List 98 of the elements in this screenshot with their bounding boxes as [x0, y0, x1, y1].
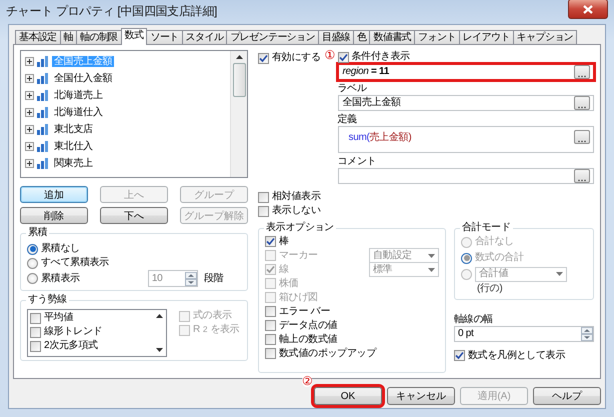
line-width-spinner[interactable]: 0 pt	[454, 326, 594, 342]
dropdown-caption: (行の)	[477, 283, 502, 294]
tab[interactable]: 数式	[120, 28, 148, 45]
ellipsis-button[interactable]	[574, 169, 590, 183]
tab[interactable]: プレゼンテーション	[226, 30, 319, 44]
spinner-arrows-icon[interactable]	[184, 272, 197, 286]
checkmark-icon	[455, 351, 464, 360]
caret-icon	[428, 254, 435, 258]
tab[interactable]: レイアウト	[458, 30, 514, 44]
ellipsis-button[interactable]	[574, 96, 590, 110]
scrollbar[interactable]	[230, 51, 247, 177]
tab[interactable]: フォント	[414, 30, 460, 44]
spinner-arrows-icon[interactable]	[581, 326, 593, 340]
scroll-thumb[interactable]	[232, 63, 246, 97]
bar-chart-icon	[37, 56, 49, 67]
bar-chart-icon	[37, 124, 49, 135]
bar-chart-icon	[37, 73, 49, 84]
list-item[interactable]: 北海道仕入	[52, 106, 105, 118]
checkbox[interactable]: 軸上の数式値	[265, 332, 338, 347]
expand-icon[interactable]	[25, 74, 34, 83]
field-label: 軸線の幅	[454, 314, 494, 326]
close-icon	[583, 4, 593, 14]
checkbox[interactable]: 線形トレンド	[30, 325, 150, 339]
bar-chart-icon	[37, 141, 49, 152]
group-title: 表示オプション	[264, 222, 336, 234]
list-item[interactable]: 東北支店	[52, 124, 95, 136]
checkbox[interactable]: 2次元多項式	[30, 339, 150, 353]
list-button[interactable]: 削除	[20, 207, 88, 224]
dialog-button[interactable]: キャンセル	[387, 387, 455, 405]
checkmark-icon	[266, 237, 275, 246]
radio-button[interactable]: すべて累積表示	[27, 256, 109, 270]
list-item[interactable]: 関東売上	[52, 158, 95, 170]
tab[interactable]: キャプション	[512, 30, 578, 44]
list-item[interactable]: 東北仕入	[52, 140, 95, 152]
callout-number: ②	[302, 375, 312, 387]
ellipsis-icon	[578, 106, 586, 109]
condition-field[interactable]: region = 11	[338, 64, 594, 80]
ellipsis-icon	[578, 140, 586, 143]
bar-chart-icon	[37, 158, 49, 169]
bar-chart-icon	[37, 107, 49, 118]
checkmark-icon	[259, 54, 268, 62]
checkbox[interactable]: 数式値のポップアップ	[265, 346, 376, 361]
tab[interactable]: 数値書式	[369, 30, 416, 44]
expand-icon[interactable]	[25, 142, 34, 151]
expand-icon[interactable]	[25, 159, 34, 168]
list-button[interactable]: 追加	[20, 186, 88, 203]
scroll-down-icon[interactable]	[156, 348, 162, 352]
ellipsis-icon	[578, 179, 586, 182]
tab[interactable]: 軸の制限	[76, 30, 122, 44]
checkbox[interactable]: 棒	[265, 234, 289, 249]
expand-icon[interactable]	[25, 57, 34, 66]
checkbox[interactable]: 数式を凡例として表示	[454, 348, 566, 362]
tab[interactable]: スタイル	[182, 30, 228, 44]
checkbox[interactable]: 有効にする	[258, 51, 321, 65]
comment-field[interactable]	[338, 168, 594, 184]
tab[interactable]: 色	[353, 30, 370, 44]
checkmark-icon	[266, 265, 275, 274]
label-field[interactable]: 全国売上金額	[338, 95, 594, 111]
list-item[interactable]: 全国仕入金額	[52, 72, 114, 84]
expand-icon[interactable]	[25, 125, 34, 134]
tab[interactable]: ソート	[146, 30, 183, 44]
tab[interactable]: 目盛線	[318, 30, 354, 44]
expand-icon[interactable]	[25, 108, 34, 117]
checkbox[interactable]: エラー バー	[265, 304, 330, 319]
scroll-up-icon[interactable]	[156, 314, 162, 318]
list-button[interactable]: 下へ	[100, 207, 168, 224]
window-title: チャート プロパティ [中国四国支店詳細]	[6, 5, 218, 19]
group-title: 合計モード	[460, 222, 513, 234]
bar-chart-icon	[37, 90, 49, 101]
checkmark-icon	[338, 52, 348, 62]
definition-field[interactable]: sum(売上金額)	[338, 126, 594, 153]
ellipsis-icon	[578, 75, 586, 78]
steps-label: 段階	[204, 272, 224, 286]
close-button[interactable]	[568, 0, 608, 19]
caret-icon	[428, 268, 435, 272]
checkbox[interactable]: 平均値	[30, 311, 150, 325]
ellipsis-button[interactable]	[574, 65, 590, 79]
checkbox[interactable]: 相対値表示	[258, 190, 321, 204]
checkbox[interactable]: データ点の値	[265, 318, 338, 333]
scroll-up-icon[interactable]	[236, 55, 242, 59]
dialog-button[interactable]: OK	[314, 387, 382, 405]
steps-spinner[interactable]: 10	[148, 270, 198, 287]
list-item[interactable]: 北海道売上	[52, 90, 105, 102]
expand-icon[interactable]	[25, 91, 34, 100]
field-label: ラベル	[338, 83, 368, 95]
group-title: すう勢線	[26, 294, 69, 306]
callout-number: ①	[324, 49, 335, 61]
checkbox[interactable]: 表示しない	[258, 204, 321, 218]
field-label: 定義	[338, 114, 358, 126]
checkbox[interactable]: 条件付き表示	[338, 50, 410, 64]
tab[interactable]: 基本設定	[15, 30, 61, 44]
dialog-button[interactable]: ヘルプ	[533, 387, 601, 405]
ellipsis-button[interactable]	[574, 130, 590, 144]
field-label: コメント	[338, 156, 378, 168]
group-title: 累積	[26, 227, 50, 238]
radio-button[interactable]: 累積なし	[27, 242, 80, 256]
radio-button[interactable]: 累積表示	[27, 272, 80, 286]
caret-icon	[556, 272, 563, 276]
